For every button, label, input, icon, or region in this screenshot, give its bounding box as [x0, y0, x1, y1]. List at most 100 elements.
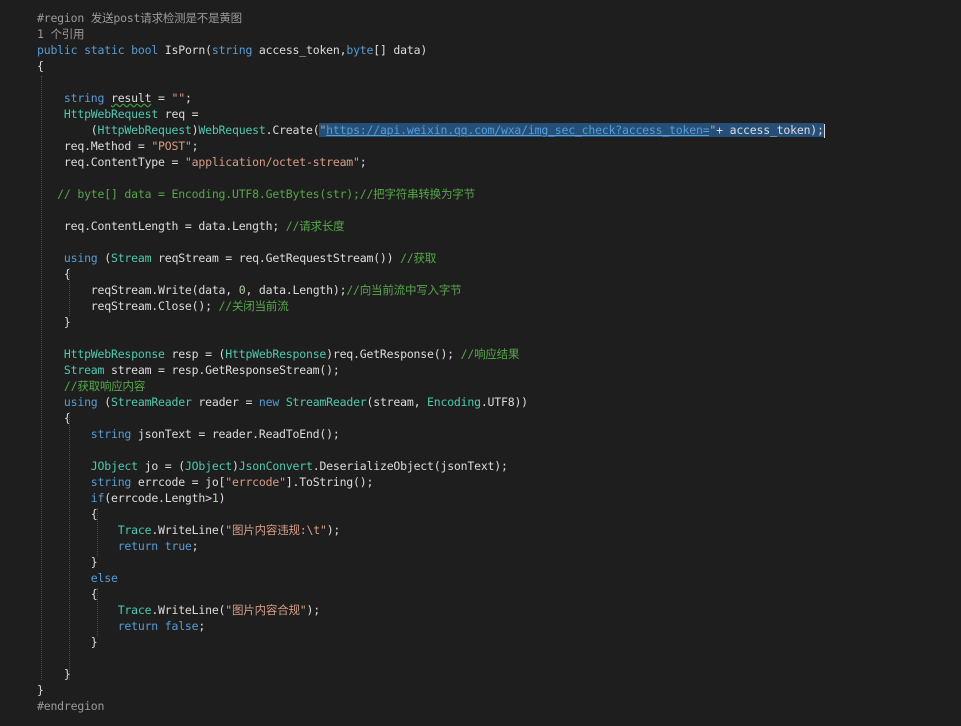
code-token: ( [97, 395, 111, 409]
code-token: reqStream.Close(); [37, 299, 219, 313]
code-token: } [37, 315, 71, 329]
code-token: //获取响应内容 [63, 379, 146, 393]
code-token: + access_token); [716, 123, 824, 137]
code-line[interactable]: { [37, 586, 98, 602]
code-token: ; [184, 91, 192, 105]
code-line[interactable]: } [37, 682, 44, 698]
code-token: //向当前流中写入字节 [346, 283, 462, 297]
code-token: { [37, 411, 71, 425]
code-line[interactable]: req.ContentLength = data.Length; //请求长度 [37, 218, 345, 234]
code-line[interactable]: public static bool IsPorn(string access_… [37, 42, 427, 58]
code-line[interactable]: string result = ""; [37, 90, 192, 106]
code-token: using [63, 395, 98, 409]
code-token: //关闭当前流 [218, 299, 289, 313]
code-token: } [37, 555, 98, 569]
code-token: HttpWebRequest [97, 123, 192, 137]
code-token: reader = [191, 395, 259, 409]
code-token: static [84, 43, 125, 57]
code-line[interactable]: { [37, 506, 98, 522]
code-token: string [90, 475, 132, 489]
code-line[interactable]: Stream stream = resp.GetResponseStream()… [37, 362, 340, 378]
code-token: ].ToString(); [285, 475, 374, 489]
code-token: HttpWebResponse [63, 347, 165, 361]
code-token: Trace [117, 603, 152, 617]
code-line[interactable]: using (StreamReader reader = new StreamR… [37, 394, 528, 410]
code-line[interactable]: req.ContentType = "application/octet-str… [37, 154, 367, 170]
code-token: errcode = jo[ [131, 475, 226, 489]
code-token: return [117, 619, 159, 633]
code-line[interactable]: { [37, 410, 71, 426]
code-line[interactable]: using (Stream reqStream = req.GetRequest… [37, 250, 436, 266]
code-line[interactable]: req.Method = "POST"; [37, 138, 199, 154]
code-token: false [164, 619, 199, 633]
code-token: req.ContentLength = data.Length; [37, 219, 286, 233]
code-token: .WriteLine( [151, 523, 226, 537]
code-line[interactable]: return false; [37, 618, 206, 634]
code-token: { [37, 587, 98, 601]
code-line[interactable]: else [37, 570, 118, 586]
code-token: "" [171, 91, 186, 105]
indent-guide [69, 412, 70, 680]
code-line[interactable]: //获取响应内容 [37, 378, 145, 394]
code-line[interactable]: return true; [37, 538, 199, 554]
code-token: [] data) [373, 43, 428, 57]
code-line[interactable]: JObject jo = (JObject)JsonConvert.Deseri… [37, 458, 508, 474]
code-token: stream = resp.GetResponseStream(); [104, 363, 340, 377]
code-line[interactable]: HttpWebRequest req = [37, 106, 199, 122]
code-line[interactable]: { [37, 58, 44, 74]
code-token: IsPorn( [158, 43, 212, 57]
code-line[interactable]: Trace.WriteLine("图片内容合规"); [37, 602, 321, 618]
code-line[interactable]: { [37, 266, 71, 282]
indent-guide [41, 76, 42, 680]
code-token: jsonText = reader.ReadToEnd(); [131, 427, 340, 441]
code-token: ; [191, 139, 199, 153]
code-token: bool [131, 43, 159, 57]
code-token: ( [97, 251, 111, 265]
code-token: public [37, 43, 78, 57]
code-line[interactable]: reqStream.Write(data, 0, data.Length);//… [37, 282, 462, 298]
code-token: ); [326, 523, 341, 537]
code-line[interactable]: HttpWebResponse resp = (HttpWebResponse)… [37, 346, 520, 362]
code-line[interactable]: } [37, 666, 71, 682]
code-token: "图片内容违规:\t" [225, 523, 327, 537]
code-token: true [164, 539, 192, 553]
code-token: return [117, 539, 159, 553]
indent-guide [97, 508, 98, 556]
code-editor[interactable]: #region 发送post请求检测是不是黄图 1 个引用 public sta… [0, 0, 961, 726]
code-token: ; [198, 619, 206, 633]
code-line[interactable]: } [37, 554, 98, 570]
code-token: new [258, 395, 280, 409]
code-token: "errcode" [225, 475, 286, 489]
code-token: { [37, 59, 44, 73]
code-line[interactable]: } [37, 634, 98, 650]
code-line[interactable]: // byte[] data = Encoding.UTF8.GetBytes(… [37, 186, 475, 202]
code-line[interactable]: string errcode = jo["errcode"].ToString(… [37, 474, 374, 490]
code-token: //请求长度 [285, 219, 345, 233]
code-token: JObject [184, 459, 233, 473]
code-token: "POST" [151, 139, 192, 153]
code-line[interactable]: (HttpWebRequest)WebRequest.Create("https… [37, 122, 825, 138]
code-token: .DeserializeObject(jsonText); [312, 459, 508, 473]
code-token: .WriteLine( [151, 603, 226, 617]
code-token: // byte[] data = Encoding.UTF8.GetBytes(… [57, 187, 475, 201]
code-line[interactable]: Trace.WriteLine("图片内容违规:\t"); [37, 522, 341, 538]
code-token: (errcode.Length> [104, 491, 212, 505]
code-token: ( [37, 123, 98, 137]
code-line[interactable]: } [37, 314, 71, 330]
code-token: //获取 [400, 251, 437, 265]
code-token: string [90, 427, 132, 441]
codelens-references[interactable]: 1 个引用 [37, 26, 85, 42]
code-token: "图片内容合规" [225, 603, 307, 617]
code-line[interactable]: string jsonText = reader.ReadToEnd(); [37, 426, 340, 442]
code-token: ; [191, 539, 199, 553]
code-token: using [63, 251, 98, 265]
code-line[interactable]: reqStream.Close(); //关闭当前流 [37, 298, 289, 314]
code-line[interactable]: if(errcode.Length>1) [37, 490, 226, 506]
